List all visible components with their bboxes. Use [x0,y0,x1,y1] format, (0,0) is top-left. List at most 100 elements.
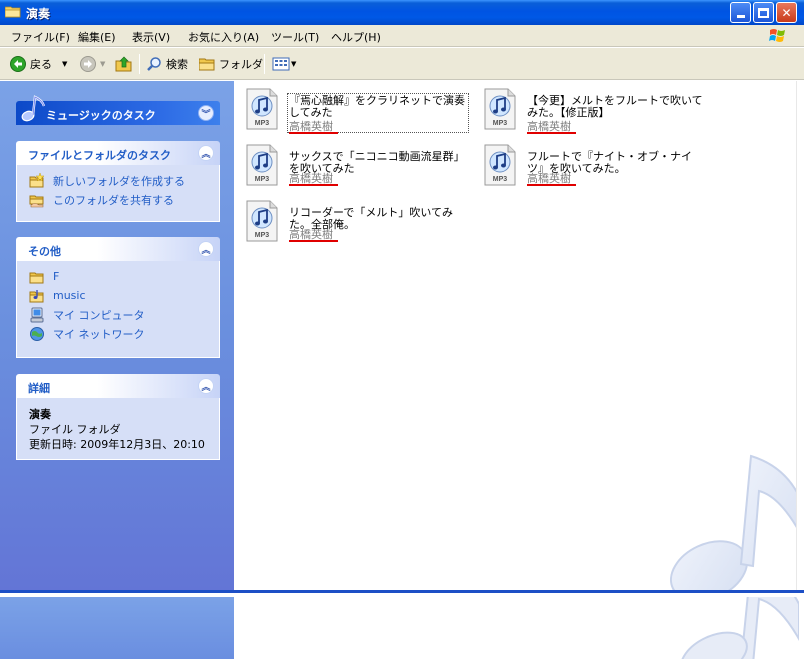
mp3-label: MP3 [493,176,508,183]
other-place-my-computer-label: マイ コンピュータ [53,308,145,322]
other-places-title: その他 [28,245,61,258]
forward-arrow-icon [80,56,96,72]
close-icon: ✕ [781,5,792,20]
mp3-label: MP3 [493,120,508,127]
other-places-panel: その他 ︽ F music マイ コンピュータ マイ ネットワーク [16,237,220,358]
share-folder-label: このフォルダを共有する [53,193,174,207]
chevron-down-icon: ▼ [62,60,68,68]
views-button[interactable]: ▼ [272,54,296,74]
other-places-header[interactable]: その他 ︽ [16,237,220,261]
music-folder-icon [29,289,44,302]
back-button[interactable]: 戻る ▼ [10,54,67,74]
views-icon [272,57,290,71]
window-divider [0,590,804,597]
back-arrow-icon [10,56,26,72]
details-panel: 詳細 ︽ 演奏 ファイル フォルダ 更新日時: 2009年12月3日、20:10 [16,374,220,460]
details-type: ファイル フォルダ [29,423,121,436]
scrollbar[interactable] [796,81,804,590]
share-folder-icon [29,195,44,207]
forward-button[interactable]: ▼ [80,54,105,74]
details-header[interactable]: 詳細 ︽ [16,374,220,398]
new-folder-icon [29,172,45,187]
music-note-watermark-icon [680,597,799,659]
other-place-music-label: music [53,289,86,302]
file-folder-tasks-header[interactable]: ファイルとフォルダのタスク ︽ [16,141,220,165]
menu-help[interactable]: ヘルプ(H) [331,29,381,45]
file-folder-tasks-panel: ファイルとフォルダのタスク ︽ 新しいフォルダを作成する このフォルダを共有する [16,141,220,222]
folders-button[interactable]: フォルダ [199,54,263,74]
minimize-button[interactable] [730,2,751,23]
my-network-icon [30,326,44,341]
mp3-file-icon: MP3 [246,200,278,242]
close-button[interactable]: ✕ [776,2,797,23]
file-list-area[interactable]: MP3 『焉心融解』をクラリネットで演奏してみた 高橋英樹 MP3 【今更】メル… [234,81,796,590]
music-tasks-title: ミュージックのタスク [46,109,156,122]
menu-edit[interactable]: 編集(E) [78,29,116,45]
file-item[interactable]: MP3 『焉心融解』をクラリネットで演奏してみた 高橋英樹 [244,85,474,135]
other-place-my-network[interactable]: マイ ネットワーク [29,324,208,343]
title-bar: 演奏 ✕ [0,0,804,25]
maximize-icon [758,7,769,18]
new-folder-link[interactable]: 新しいフォルダを作成する [29,171,208,190]
mp3-file-icon: MP3 [246,144,278,186]
new-folder-label: 新しいフォルダを作成する [53,174,185,188]
up-folder-icon [115,56,132,72]
file-name: 【今更】メルトをフルートで吹いてみた。【修正版】 [527,94,703,119]
search-label: 検索 [166,58,188,71]
folder-icon [5,6,21,18]
menu-file[interactable]: ファイル(F) [11,29,70,45]
folder-icon [29,272,44,283]
other-place-my-computer[interactable]: マイ コンピュータ [29,305,208,324]
chevron-up-icon[interactable]: ︽ [198,145,214,161]
menu-tools[interactable]: ツール(T) [271,29,319,45]
music-note-icon [21,95,46,122]
chevron-down-icon[interactable]: ︾ [198,105,214,121]
file-folder-tasks-title: ファイルとフォルダのタスク [28,149,171,162]
mp3-label: MP3 [255,120,270,127]
details-title: 詳細 [28,382,50,395]
folder-icon [199,58,215,71]
chevron-down-icon: ▼ [291,60,297,68]
back-label: 戻る [30,58,52,71]
search-button[interactable]: 検索 [146,54,188,74]
search-icon [147,57,161,71]
other-place-music[interactable]: music [29,286,208,305]
file-list-area-lower [234,597,804,659]
toolbar: 戻る ▼ ▼ 検索 フォルダ ▼ [0,48,804,80]
details-name: 演奏 [29,408,51,421]
file-item[interactable]: MP3 リコーダーで「メルト」吹いてみた。全部俺。 高橋英樹 [244,197,474,247]
details-modified: 更新日時: 2009年12月3日、20:10 [29,438,205,451]
menu-bar: ファイル(F) 編集(E) 表示(V) お気に入り(A) ツール(T) ヘルプ(… [0,25,804,47]
share-folder-link[interactable]: このフォルダを共有する [29,190,208,209]
file-item[interactable]: MP3 サックスで「ニコニコ動画流星群」を吹いてみた 高橋英樹 [244,141,474,191]
toolbar-separator [264,54,265,74]
other-place-f-label: F [53,270,60,283]
file-item[interactable]: MP3 【今更】メルトをフルートで吹いてみた。【修正版】 高橋英樹 [482,85,712,135]
menu-view[interactable]: 表示(V) [132,29,170,45]
task-pane-lower [0,597,234,659]
mp3-file-icon: MP3 [484,144,516,186]
up-folder-button[interactable] [115,54,133,74]
file-item[interactable]: MP3 フルートで『ナイト・オブ・ナイツ』を吹いてみた。 高橋英樹 [482,141,712,191]
chevron-up-icon[interactable]: ︽ [198,241,214,257]
music-tasks-header[interactable]: ミュージックのタスク ︾ [16,95,220,125]
red-underline-annotation [527,132,576,134]
red-underline-annotation [289,184,338,186]
other-place-f[interactable]: F [29,267,208,286]
chevron-up-icon[interactable]: ︽ [198,378,214,394]
red-underline-annotation [289,132,338,134]
red-underline-annotation [527,184,576,186]
my-computer-icon [30,307,44,322]
folders-label: フォルダ [219,58,263,71]
minimize-icon [736,15,745,18]
menu-favorites[interactable]: お気に入り(A) [188,29,259,45]
task-pane: ミュージックのタスク ︾ ファイルとフォルダのタスク ︽ 新しいフォルダを作成す… [0,81,234,590]
music-note-watermark-icon [669,454,796,590]
windows-logo-icon [769,29,785,42]
window-title: 演奏 [26,7,51,21]
red-underline-annotation [289,240,338,242]
maximize-button[interactable] [753,2,774,23]
other-place-my-network-label: マイ ネットワーク [53,327,145,341]
mp3-file-icon: MP3 [484,88,516,130]
mp3-label: MP3 [255,176,270,183]
